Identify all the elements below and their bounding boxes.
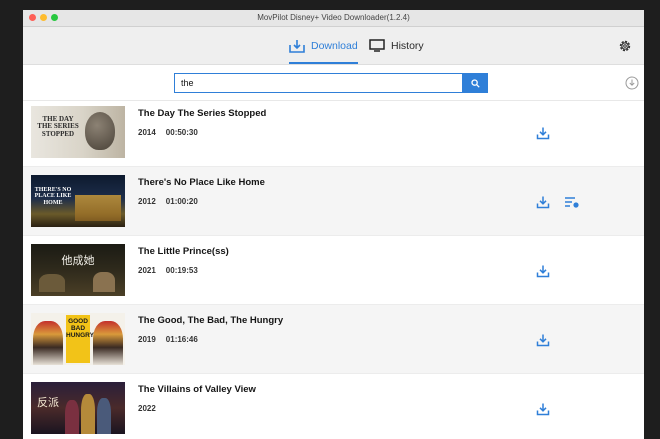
- thumbnail-court: [75, 195, 121, 221]
- video-title: There's No Place Like Home: [138, 177, 265, 188]
- video-year: 2014: [138, 128, 156, 137]
- search-icon: [471, 78, 480, 88]
- tab-history-label: History: [391, 39, 424, 52]
- video-meta: 2014 00:50:30: [138, 128, 198, 137]
- list-item[interactable]: THE DAY THE SERIES STOPPED The Day The S…: [23, 98, 644, 167]
- video-meta: 2012 01:00:20: [138, 197, 198, 206]
- download-icon[interactable]: [536, 264, 550, 278]
- thumbnail-figure: [85, 112, 115, 150]
- minimize-window-button[interactable]: [40, 14, 47, 21]
- thumbnail-figure: [65, 400, 79, 434]
- video-duration: 01:00:20: [165, 197, 198, 206]
- download-icon[interactable]: [536, 402, 550, 416]
- video-duration: 01:16:46: [165, 335, 198, 344]
- thumbnail: 他成她: [31, 244, 125, 296]
- download-queue-icon[interactable]: [625, 76, 639, 90]
- video-meta: 2022: [138, 404, 156, 413]
- thumbnail-text: 他成她: [61, 255, 95, 267]
- video-meta: 2019 01:16:46: [138, 335, 198, 344]
- monitor-icon: [369, 39, 385, 52]
- window-controls: [29, 14, 58, 21]
- thumbnail: GOOD BAD HUNGRY: [31, 313, 125, 365]
- video-duration: 00:50:30: [165, 128, 198, 137]
- thumbnail-figure: [39, 274, 65, 292]
- download-icon[interactable]: [536, 195, 550, 209]
- thumbnail-figure: [33, 321, 63, 365]
- search-bar: [23, 65, 644, 101]
- video-title: The Day The Series Stopped: [138, 108, 267, 119]
- tab-download[interactable]: Download: [289, 27, 358, 64]
- video-year: 2022: [138, 404, 156, 413]
- list-item[interactable]: GOOD BAD HUNGRY The Good, The Bad, The H…: [23, 305, 644, 374]
- episode-list-icon[interactable]: [564, 195, 579, 209]
- download-icon[interactable]: [536, 126, 550, 140]
- app-window: MovPilot Disney+ Video Downloader(1.2.4)…: [23, 10, 644, 439]
- video-title: The Villains of Valley View: [138, 384, 256, 395]
- tab-download-label: Download: [311, 39, 358, 52]
- thumbnail-text: 反派: [37, 397, 59, 409]
- active-tab-indicator: [289, 62, 358, 64]
- title-bar: MovPilot Disney+ Video Downloader(1.2.4): [23, 10, 644, 27]
- close-window-button[interactable]: [29, 14, 36, 21]
- thumbnail-figure: [93, 272, 115, 292]
- thumbnail-figure: [93, 321, 123, 365]
- download-tray-icon: [289, 39, 305, 53]
- video-duration: 00:19:53: [165, 266, 198, 275]
- video-meta: 2021 00:19:53: [138, 266, 198, 275]
- download-icon[interactable]: [536, 333, 550, 347]
- thumbnail-text: GOOD BAD HUNGRY: [66, 318, 94, 339]
- video-year: 2019: [138, 335, 156, 344]
- search-button[interactable]: [463, 73, 488, 93]
- tab-history[interactable]: History: [369, 27, 424, 64]
- search-input[interactable]: [174, 73, 463, 93]
- list-item[interactable]: 他成她 The Little Prince(ss) 2021 00:19:53: [23, 236, 644, 305]
- zoom-window-button[interactable]: [51, 14, 58, 21]
- thumbnail: 反派: [31, 382, 125, 434]
- gear-icon[interactable]: [618, 39, 632, 53]
- video-year: 2012: [138, 197, 156, 206]
- thumbnail: THE DAY THE SERIES STOPPED: [31, 106, 125, 158]
- main-toolbar: Download History: [23, 27, 644, 65]
- video-title: The Good, The Bad, The Hungry: [138, 315, 284, 326]
- video-title: The Little Prince(ss): [138, 246, 229, 257]
- video-year: 2021: [138, 266, 156, 275]
- list-item[interactable]: 反派 The Villains of Valley View 2022: [23, 374, 644, 439]
- thumbnail-figure: [97, 398, 111, 434]
- thumbnail-figure: [81, 394, 95, 434]
- thumbnail: THERE'S NO PLACE LIKE HOME: [31, 175, 125, 227]
- window-title: MovPilot Disney+ Video Downloader(1.2.4): [257, 13, 410, 22]
- thumbnail-text: THE DAY THE SERIES STOPPED: [37, 115, 79, 138]
- thumbnail-text: THERE'S NO PLACE LIKE HOME: [34, 187, 72, 206]
- list-item[interactable]: THERE'S NO PLACE LIKE HOME There's No Pl…: [23, 167, 644, 236]
